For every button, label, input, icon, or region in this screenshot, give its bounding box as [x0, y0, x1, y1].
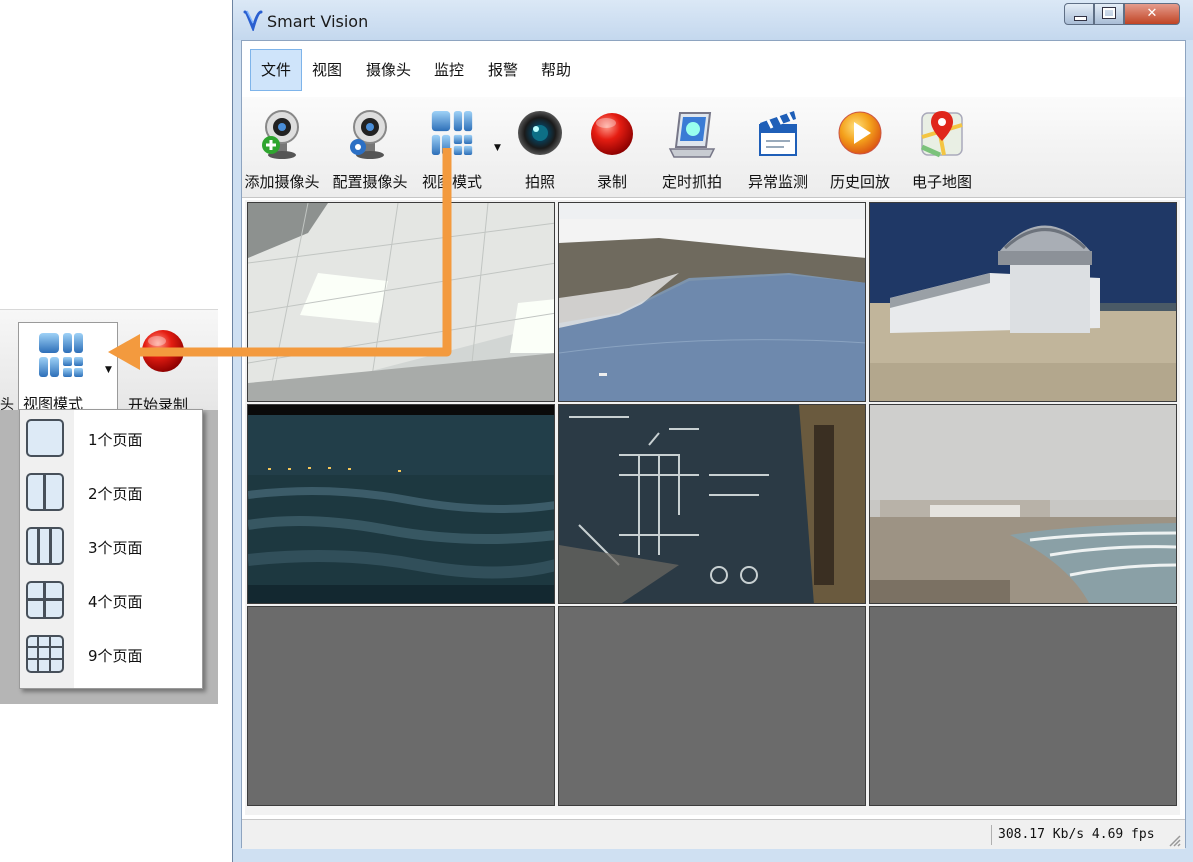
play-icon: [836, 107, 884, 163]
record-icon: [588, 107, 636, 163]
camera-slot-empty[interactable]: [558, 606, 866, 806]
camera-view-office[interactable]: [247, 202, 555, 402]
camera-slot-empty[interactable]: [869, 606, 1177, 806]
window-title: Smart Vision: [267, 12, 369, 31]
scheduled-capture-button[interactable]: 定时抓拍: [652, 103, 732, 193]
clapperboard-icon: [754, 107, 802, 163]
smart-vision-window: Smart Vision ✕ 文件 视图 摄像头 监控 报警 帮助 添加摄像头: [232, 0, 1193, 862]
camera-view-observatory[interactable]: [869, 202, 1177, 402]
view-mode-icon: [430, 107, 474, 163]
menu-item-2-pages[interactable]: 2个页面: [20, 467, 202, 519]
camera-view-lake[interactable]: [558, 202, 866, 402]
anomaly-detection-button[interactable]: 异常监测: [738, 103, 818, 193]
menu-item-label: 4个页面: [88, 593, 143, 611]
view-mode-icon: [37, 331, 85, 383]
title-bar[interactable]: Smart Vision ✕: [233, 0, 1193, 40]
inset-cut-label: 头: [0, 397, 14, 413]
scheduled-capture-icon: [666, 107, 718, 163]
menu-bar: 文件 视图 摄像头 监控 报警 帮助: [242, 41, 1185, 97]
menu-monitor[interactable]: 监控: [424, 49, 474, 91]
camera-lens-icon: [516, 107, 564, 163]
layout-9-icon: [26, 635, 64, 673]
view-mode-dropdown: 1个页面 2个页面 3个页面 4个页面 9个页面: [19, 409, 203, 689]
layout-1-icon: [26, 419, 64, 457]
toolbar-label: 历史回放: [829, 173, 890, 191]
inset-toolbar: 头 ▼ 视图模式 开始录制: [0, 309, 218, 414]
toolbar-label: 配置摄像头: [332, 173, 408, 191]
toolbar: 添加摄像头 配置摄像头 视图模式 ▼ 拍照 录制 定时抓拍 异常监测 历史回放 …: [242, 97, 1185, 198]
layout-4-icon: [26, 581, 64, 619]
menu-item-label: 2个页面: [88, 485, 143, 503]
toolbar-label: 添加摄像头: [244, 173, 320, 191]
layout-3-icon: [26, 527, 64, 565]
camera-view-beach[interactable]: [869, 404, 1177, 604]
client-area: 文件 视图 摄像头 监控 报警 帮助 添加摄像头 配置摄像头 视图模式 ▼ 拍照…: [241, 40, 1186, 849]
add-camera-button[interactable]: 添加摄像头: [242, 103, 322, 193]
map-pin-icon: [918, 107, 966, 163]
layout-2-icon: [26, 473, 64, 511]
menu-item-1-page[interactable]: 1个页面: [20, 413, 202, 465]
camera-slot-empty[interactable]: [247, 606, 555, 806]
toolbar-label: 拍照: [524, 173, 555, 191]
menu-item-3-pages[interactable]: 3个页面: [20, 521, 202, 573]
menu-item-label: 3个页面: [88, 539, 143, 557]
toolbar-label: 异常监测: [747, 173, 808, 191]
maximize-button[interactable]: [1094, 3, 1124, 25]
record-button[interactable]: 录制: [580, 103, 644, 193]
menu-help[interactable]: 帮助: [531, 49, 581, 91]
electronic-map-button[interactable]: 电子地图: [902, 103, 982, 193]
view-mode-zoom-inset: 头 ▼ 视图模式 开始录制 1个页面 2个页面 3个页面 4个页面 9个页面: [0, 309, 218, 704]
maximize-icon: [1102, 7, 1116, 19]
close-icon: ✕: [1146, 6, 1158, 21]
menu-view[interactable]: 视图: [302, 49, 352, 91]
toolbar-label: 录制: [596, 173, 627, 191]
minimize-button[interactable]: [1064, 3, 1094, 25]
chevron-down-icon[interactable]: ▼: [105, 365, 112, 375]
inset-record-button[interactable]: 开始录制: [126, 322, 218, 414]
camera-grid: [245, 200, 1180, 815]
view-mode-dropdown-chevron-icon[interactable]: ▼: [494, 143, 501, 153]
minimize-icon: [1074, 16, 1087, 21]
add-camera-icon: [257, 107, 307, 167]
menu-item-label: 1个页面: [88, 431, 143, 449]
app-logo-icon: [243, 9, 263, 35]
menu-item-4-pages[interactable]: 4个页面: [20, 575, 202, 627]
menu-item-9-pages[interactable]: 9个页面: [20, 629, 202, 681]
close-button[interactable]: ✕: [1124, 3, 1180, 25]
snapshot-button[interactable]: 拍照: [508, 103, 572, 193]
toolbar-label: 定时抓拍: [661, 173, 722, 191]
menu-file[interactable]: 文件: [250, 49, 303, 91]
history-playback-button[interactable]: 历史回放: [820, 103, 900, 193]
view-mode-button[interactable]: 视图模式: [416, 103, 488, 193]
menu-item-label: 9个页面: [88, 647, 143, 665]
toolbar-label: 视图模式: [421, 173, 482, 191]
configure-camera-button[interactable]: 配置摄像头: [330, 103, 410, 193]
menu-alarm[interactable]: 报警: [478, 49, 528, 91]
resize-grip-icon[interactable]: [1167, 832, 1181, 847]
toolbar-label: 电子地图: [911, 173, 972, 191]
bitrate-fps-readout: 308.17 Kb/s 4.69 fps: [991, 825, 1161, 845]
inset-view-mode-button[interactable]: ▼ 视图模式: [18, 322, 118, 413]
record-icon: [140, 328, 186, 378]
configure-camera-icon: [345, 107, 395, 167]
status-bar: 308.17 Kb/s 4.69 fps: [242, 819, 1185, 849]
camera-view-night-coast[interactable]: [247, 404, 555, 604]
camera-view-chalkboard[interactable]: [558, 404, 866, 604]
menu-camera[interactable]: 摄像头: [356, 49, 421, 91]
